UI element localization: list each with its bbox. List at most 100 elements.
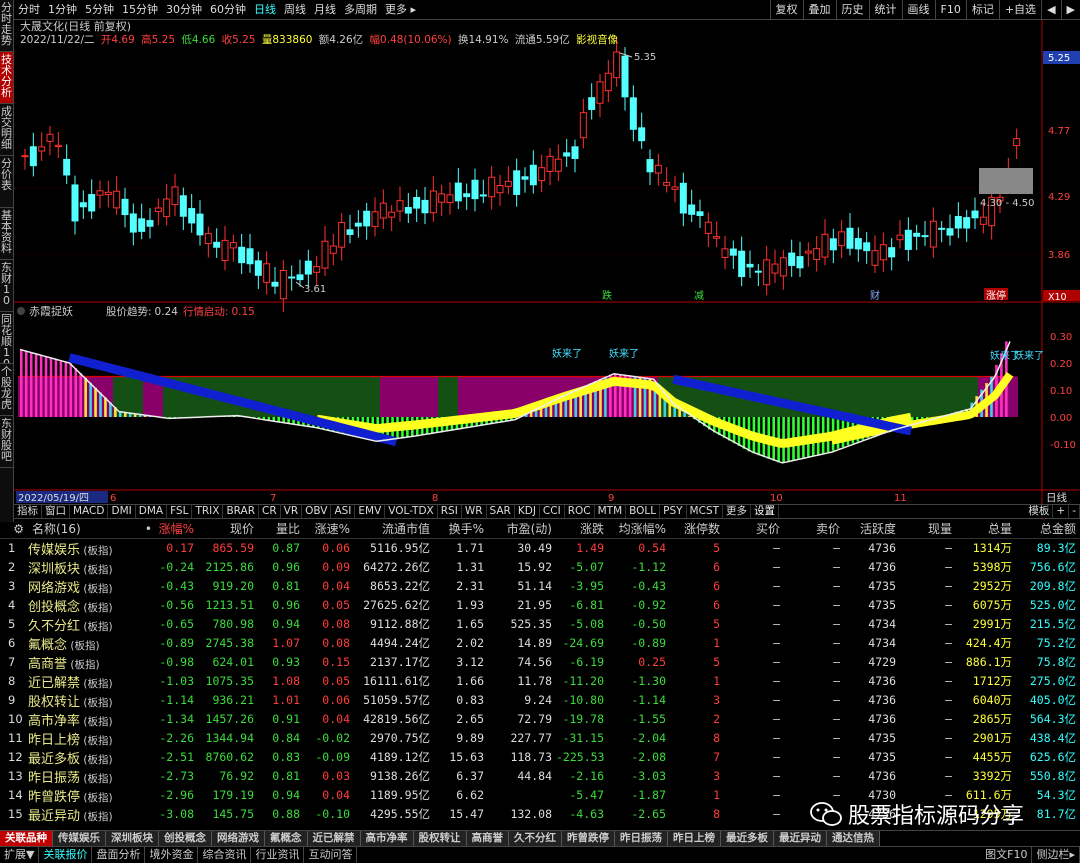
status-tab-0[interactable]: 扩展▼ <box>0 847 40 863</box>
indicator-tab-4[interactable]: DMA <box>136 505 168 518</box>
table-row[interactable]: 4 创投概念 (板指) -0.56 1213.51 0.96 0.05 27625.62亿 1… <box>0 596 1080 615</box>
toolbar-button-8[interactable]: ◀ <box>1041 0 1060 20</box>
column-header-5[interactable]: 量比 <box>258 520 304 539</box>
sidebar-tab-5[interactable]: 东财10 <box>0 260 13 312</box>
column-header-13[interactable]: 买价 <box>724 520 784 539</box>
column-header-9[interactable]: 市盈(动) <box>488 520 556 539</box>
toolbar-button-1[interactable]: 叠加 <box>802 0 836 20</box>
sector-tab-3[interactable]: 创投概念 <box>159 831 212 846</box>
period-tab-5[interactable]: 60分钟 <box>206 0 250 20</box>
indicator-tab-19[interactable]: ROC <box>565 505 595 518</box>
indicator-tab-16[interactable]: SAR <box>487 505 515 518</box>
sector-tab-11[interactable]: 昨曾跌停 <box>562 831 615 846</box>
indicator-tab-1[interactable]: 窗口 <box>42 505 70 518</box>
table-row[interactable]: 9 股权转让 (板指) -1.14 936.21 1.01 0.06 51059.57亿 0.… <box>0 691 1080 710</box>
indicator-tab-11[interactable]: ASI <box>331 505 356 518</box>
status-right-1[interactable]: 侧边栏▸ <box>1032 847 1080 863</box>
indicator-tab-3[interactable]: DMI <box>108 505 136 518</box>
toolbar-button-9[interactable]: ▶ <box>1060 0 1080 20</box>
column-header-12[interactable]: 涨停数 <box>670 520 724 539</box>
period-tab-2[interactable]: 5分钟 <box>81 0 118 20</box>
sector-tab-0[interactable]: 关联品种 <box>0 831 53 846</box>
toolbar-button-3[interactable]: 统计 <box>868 0 902 20</box>
indicator-tab-17[interactable]: KDJ <box>515 505 540 518</box>
period-tab-4[interactable]: 30分钟 <box>162 0 206 20</box>
column-header-18[interactable]: 总金额 <box>1016 520 1080 539</box>
sector-tab-10[interactable]: 久不分红 <box>509 831 562 846</box>
sector-tab-4[interactable]: 网络游戏 <box>212 831 265 846</box>
sidebar-tab-7[interactable]: 个股龙虎 <box>0 364 13 416</box>
toolbar-button-6[interactable]: 标记 <box>965 0 999 20</box>
table-row[interactable]: 2 深圳板块 (板指) -0.24 2125.86 0.96 0.09 64272.26亿 1… <box>0 558 1080 577</box>
table-row[interactable]: 15 最近异动 (板指) -3.08 145.75 0.88 -0.10 4295.55亿 1… <box>0 805 1080 824</box>
status-right-0[interactable]: 图文F10 <box>981 847 1033 863</box>
table-row[interactable]: 7 高商誉 (板指) -0.98 624.01 0.93 0.15 2137.17亿 3.12… <box>0 653 1080 672</box>
sector-tab-7[interactable]: 高市净率 <box>360 831 414 846</box>
sector-tab-14[interactable]: 最近多板 <box>721 831 774 846</box>
indicator-menu-icon[interactable] <box>17 307 25 315</box>
indicator-tab-20[interactable]: MTM <box>595 505 627 518</box>
column-header-7[interactable]: 流通市值 <box>354 520 434 539</box>
table-row[interactable]: 14 昨曾跌停 (板指) -2.96 179.19 0.94 0.04 1189.95亿 6.… <box>0 786 1080 805</box>
sidebar-tab-1[interactable]: 技术分析 <box>0 52 13 104</box>
indicator-tab-8[interactable]: CR <box>259 505 281 518</box>
column-header-8[interactable]: 换手% <box>434 520 488 539</box>
column-header-6[interactable]: 涨速% <box>304 520 354 539</box>
column-header-16[interactable]: 现量 <box>900 520 956 539</box>
toolbar-button-7[interactable]: +自选 <box>998 0 1041 20</box>
indicator-tab-0[interactable]: 指标 <box>14 505 42 518</box>
column-header-11[interactable]: 均涨幅% <box>608 520 670 539</box>
toolbar-button-2[interactable]: 历史 <box>835 0 869 20</box>
period-tab-8[interactable]: 月线 <box>310 0 340 20</box>
status-tab-4[interactable]: 综合资讯 <box>198 847 252 863</box>
status-tab-5[interactable]: 行业资讯 <box>251 847 305 863</box>
sector-tab-2[interactable]: 深圳板块 <box>106 831 159 846</box>
sector-tab-9[interactable]: 高商誉 <box>466 831 509 846</box>
indicator-tab-13[interactable]: VOL-TDX <box>385 505 438 518</box>
toolbar-button-4[interactable]: 画线 <box>901 0 935 20</box>
sidebar-tab-6[interactable]: 同花顺10 <box>0 312 13 364</box>
indicator-tab-22[interactable]: PSY <box>660 505 687 518</box>
sector-tab-15[interactable]: 最近异动 <box>774 831 827 846</box>
indicator-tab-24[interactable]: 更多 <box>723 505 752 518</box>
column-header-0[interactable]: ⚙ <box>0 520 28 539</box>
status-tab-6[interactable]: 互动问答 <box>304 847 358 863</box>
column-header-17[interactable]: 总量 <box>956 520 1016 539</box>
toolbar-button-5[interactable]: F10 <box>934 0 966 20</box>
column-header-14[interactable]: 卖价 <box>784 520 844 539</box>
indicator-tab-5[interactable]: FSL <box>167 505 193 518</box>
indicator-tab-2[interactable]: MACD <box>70 505 109 518</box>
table-row[interactable]: 6 氟概念 (板指) -0.89 2745.38 1.07 0.08 4494.24亿 2.0… <box>0 634 1080 653</box>
table-row[interactable]: 11 昨日上榜 (板指) -2.26 1344.94 0.84 -0.02 2970.75亿… <box>0 729 1080 748</box>
sector-tab-8[interactable]: 股权转让 <box>413 831 467 846</box>
indicator-tab-18[interactable]: CCI <box>540 505 565 518</box>
indicator-tab-6[interactable]: TRIX <box>192 505 224 518</box>
table-row[interactable]: 1 传媒娱乐 (板指) 0.17 865.59 0.87 0.06 5116.95亿 1.71… <box>0 538 1080 558</box>
period-tab-10[interactable]: 更多 ▸ <box>381 0 420 20</box>
period-tab-6[interactable]: 日线 <box>250 0 280 20</box>
settings-gear-icon[interactable]: ⚙ <box>13 522 24 536</box>
period-tab-3[interactable]: 15分钟 <box>118 0 162 20</box>
status-tab-3[interactable]: 境外资金 <box>145 847 199 863</box>
status-tab-1[interactable]: 关联报价 <box>39 847 93 863</box>
sector-tab-1[interactable]: 传媒娱乐 <box>53 831 106 846</box>
indicator-tab-25[interactable]: 设置 <box>751 505 780 518</box>
period-tab-9[interactable]: 多周期 <box>340 0 381 20</box>
sector-tab-5[interactable]: 氟概念 <box>265 831 308 846</box>
tab-tool-0[interactable]: 模板 <box>1025 505 1054 518</box>
period-tab-1[interactable]: 1分钟 <box>44 0 81 20</box>
table-row[interactable]: 12 最近多板 (板指) -2.51 8760.62 0.83 -0.09 4189.12亿… <box>0 748 1080 767</box>
sidebar-tab-3[interactable]: 分价表 <box>0 156 13 208</box>
table-row[interactable]: 3 网络游戏 (板指) -0.43 919.20 0.81 0.04 8653.22亿 2.3… <box>0 577 1080 596</box>
chart-area[interactable]: 大晟文化(日线 前复权) 2022/11/22/二 开4.69 高5.25 低4… <box>14 20 1080 520</box>
table-row[interactable]: 5 久不分红 (板指) -0.65 780.98 0.94 0.08 9112.88亿 1.6… <box>0 615 1080 634</box>
table-row[interactable]: 13 昨日振荡 (板指) -2.73 76.92 0.81 0.03 9138.26亿 6.3… <box>0 767 1080 786</box>
sidebar-tab-8[interactable]: 东财股吧 <box>0 416 13 468</box>
status-tab-2[interactable]: 盘面分析 <box>92 847 146 863</box>
indicator-tab-15[interactable]: WR <box>462 505 487 518</box>
indicator-tab-23[interactable]: MCST <box>687 505 724 518</box>
sector-tab-6[interactable]: 近已解禁 <box>307 831 361 846</box>
period-tab-7[interactable]: 周线 <box>280 0 310 20</box>
indicator-tab-14[interactable]: RSI <box>438 505 462 518</box>
sidebar-tab-4[interactable]: 基本资料 <box>0 208 13 260</box>
